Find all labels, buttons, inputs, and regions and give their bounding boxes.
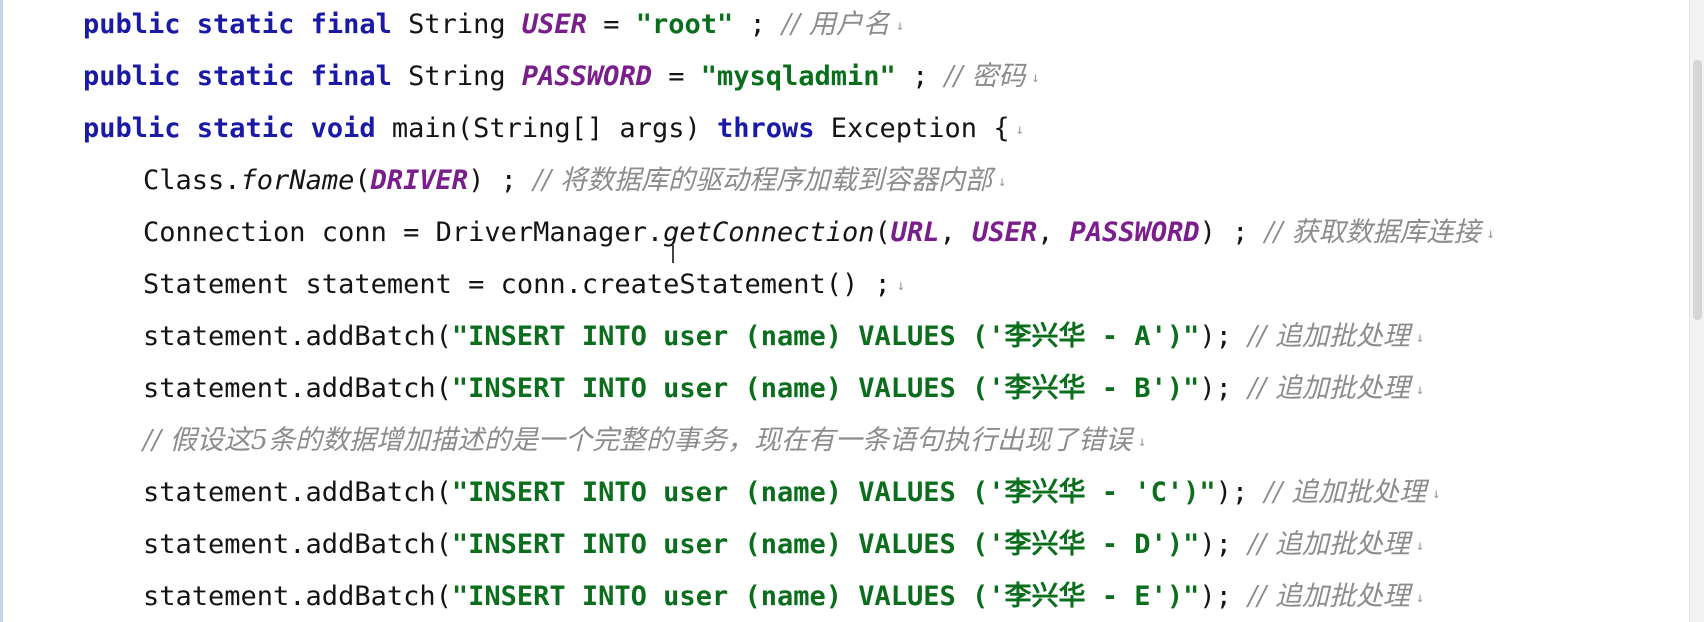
code-token: Class. xyxy=(143,165,241,196)
code-line-1: public static final String USER = "root"… xyxy=(83,5,904,45)
code-token: ( xyxy=(354,165,371,196)
code-token: ); xyxy=(1199,529,1249,560)
vertical-scrollbar[interactable] xyxy=(1689,0,1704,622)
paragraph-mark-icon: ↓ xyxy=(895,17,905,34)
code-token: ); xyxy=(1215,477,1265,508)
paragraph-mark-icon: ↓ xyxy=(1486,225,1495,242)
code-keyword: public static final xyxy=(83,9,409,40)
code-string: "root" xyxy=(635,9,734,40)
code-string: "INSERT INTO user (name) VALUES ('李兴华 - … xyxy=(451,529,1200,560)
code-line-9: // 假设这5条的数据增加描述的是一个完整的事务，现在有一条语句执行出现了错误 ↓ xyxy=(143,421,1146,461)
code-token: ); xyxy=(1199,581,1249,612)
code-comment: // 密码 xyxy=(944,61,1026,92)
code-string: "INSERT INTO user (name) VALUES ('李兴华 - … xyxy=(451,581,1200,612)
code-comment: // 追加批处理 xyxy=(1264,477,1427,508)
paragraph-mark-icon: ↓ xyxy=(1015,121,1025,138)
code-line-3: public static void main(String[] args) t… xyxy=(83,109,1024,149)
paragraph-mark-icon: ↓ xyxy=(1415,381,1425,398)
code-comment: // 用户名 xyxy=(782,9,890,40)
code-line-2: public static final String PASSWORD = "m… xyxy=(83,57,1040,97)
code-token: = xyxy=(586,9,636,40)
paragraph-mark-icon: ↓ xyxy=(1432,485,1441,502)
code-line-10: statement.addBatch("INSERT INTO user (na… xyxy=(143,473,1441,513)
code-comment: // 将数据库的驱动程序加载到容器内部 xyxy=(533,165,992,196)
code-token: statement.addBatch( xyxy=(143,529,452,560)
code-token: Exception { xyxy=(830,113,1010,144)
code-token: statement.addBatch( xyxy=(143,477,452,508)
code-keyword: public static void xyxy=(83,113,392,144)
code-constant: URL xyxy=(890,217,940,248)
code-token: forName xyxy=(240,165,355,196)
code-token: ); xyxy=(1199,321,1249,352)
code-token: main(String[] args) xyxy=(391,113,717,144)
code-constant: USER xyxy=(972,217,1038,248)
code-token: = xyxy=(651,61,701,92)
code-comment: // 追加批处理 xyxy=(1248,581,1410,612)
code-token: ) ; xyxy=(1199,217,1265,248)
paragraph-mark-icon: ↓ xyxy=(896,277,906,294)
code-token: statement.addBatch( xyxy=(143,373,452,404)
code-string: "mysqladmin" xyxy=(700,61,896,92)
code-comment: // 追加批处理 xyxy=(1248,529,1410,560)
code-line-8: statement.addBatch("INSERT INTO user (na… xyxy=(143,369,1424,409)
code-constant: PASSWORD xyxy=(1069,217,1200,248)
code-constant: USER xyxy=(521,9,587,40)
code-token: ; xyxy=(733,9,783,40)
code-token: , xyxy=(939,217,973,248)
code-comment: // 追加批处理 xyxy=(1248,373,1410,404)
code-token: , xyxy=(1037,217,1070,248)
code-string: "INSERT INTO user (name) VALUES ('李兴华 - … xyxy=(451,373,1200,404)
code-token: statement.addBatch( xyxy=(143,581,452,612)
paragraph-mark-icon: ↓ xyxy=(1415,589,1425,606)
code-token: ) ; xyxy=(468,165,534,196)
code-constant: DRIVER xyxy=(370,165,469,196)
code-comment: // 获取数据库连接 xyxy=(1264,217,1481,248)
code-line-4: Class.forName(DRIVER) ; // 将数据库的驱动程序加载到容… xyxy=(143,161,1006,201)
code-comment: // 追加批处理 xyxy=(1248,321,1410,352)
editor-frame: public static final String USER = "root"… xyxy=(0,0,1704,622)
code-token: statement.addBatch( xyxy=(143,321,452,352)
code-token: String xyxy=(408,9,522,40)
paragraph-mark-icon: ↓ xyxy=(1031,69,1040,86)
code-line-12: statement.addBatch("INSERT INTO user (na… xyxy=(143,577,1424,617)
paragraph-mark-icon: ↓ xyxy=(1415,537,1425,554)
code-token: String xyxy=(408,61,522,92)
code-keyword: public static final xyxy=(83,61,409,92)
paragraph-mark-icon: ↓ xyxy=(1137,433,1147,450)
code-line-11: statement.addBatch("INSERT INTO user (na… xyxy=(143,525,1424,565)
scrollbar-thumb[interactable] xyxy=(1693,60,1702,320)
code-line-6: Statement statement = conn.createStateme… xyxy=(143,265,905,305)
code-token: getConnection xyxy=(663,217,875,248)
paragraph-mark-icon: ↓ xyxy=(1415,329,1425,346)
code-string: "INSERT INTO user (name) VALUES ('李兴华 - … xyxy=(451,321,1200,352)
text-cursor xyxy=(672,245,674,263)
code-token: Connection conn = DriverManager. xyxy=(143,217,664,248)
code-comment: // 假设这5条的数据增加描述的是一个完整的事务，现在有一条语句执行出现了错误 xyxy=(143,425,1132,456)
code-constant: PASSWORD xyxy=(521,61,652,92)
code-token: ; xyxy=(895,61,945,92)
code-keyword: throws xyxy=(716,113,831,144)
code-line-5: Connection conn = DriverManager.getConne… xyxy=(143,213,1495,253)
paragraph-mark-icon: ↓ xyxy=(997,173,1007,190)
code-string: "INSERT INTO user (name) VALUES ('李兴华 - … xyxy=(451,477,1216,508)
code-line-7: statement.addBatch("INSERT INTO user (na… xyxy=(143,317,1424,357)
code-token: ); xyxy=(1199,373,1249,404)
code-token: Statement statement = conn.createStateme… xyxy=(143,269,891,300)
code-token: ( xyxy=(874,217,891,248)
